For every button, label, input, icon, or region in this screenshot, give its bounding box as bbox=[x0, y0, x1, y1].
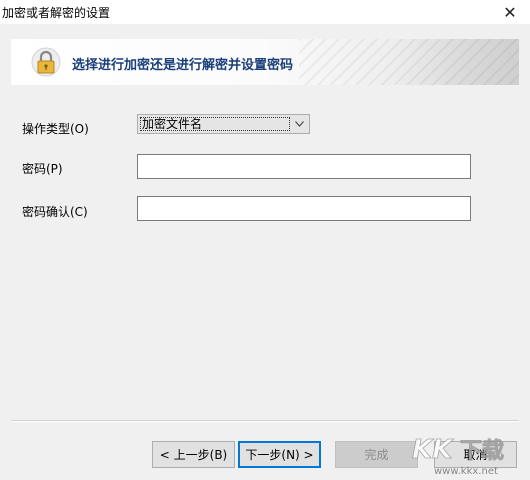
svg-text:下载: 下载 bbox=[460, 438, 504, 464]
close-button[interactable]: ✕ bbox=[490, 0, 530, 24]
title-bar: 加密或者解密的设置 ✕ bbox=[0, 0, 530, 24]
operation-type-label: 操作类型(O) bbox=[22, 122, 89, 136]
operation-type-value: 加密文件名 bbox=[140, 117, 290, 131]
password-input[interactable] bbox=[137, 154, 471, 179]
close-icon: ✕ bbox=[503, 2, 517, 22]
svg-text:KK: KK bbox=[412, 435, 454, 465]
header-banner: 选择进行加密还是进行解密并设置密码 bbox=[11, 39, 519, 85]
password-label: 密码(P) bbox=[22, 162, 63, 176]
next-button[interactable]: 下一步(N) > bbox=[238, 441, 321, 468]
footer-divider bbox=[11, 420, 519, 422]
back-button[interactable]: < 上一步(B) bbox=[152, 441, 235, 468]
svg-text:www.kkx.net: www.kkx.net bbox=[434, 466, 498, 477]
confirm-password-input[interactable] bbox=[137, 196, 471, 221]
kkx-watermark-logo: KK 下载 www.kkx.net bbox=[412, 435, 505, 477]
confirm-password-label: 密码确认(C) bbox=[22, 205, 88, 219]
lock-icon bbox=[31, 47, 61, 77]
operation-type-dropdown[interactable]: 加密文件名 bbox=[137, 114, 310, 134]
window-title: 加密或者解密的设置 bbox=[2, 6, 111, 20]
banner-decoration bbox=[299, 39, 519, 85]
chevron-down-icon bbox=[292, 115, 306, 133]
banner-heading: 选择进行加密还是进行解密并设置密码 bbox=[72, 58, 294, 73]
